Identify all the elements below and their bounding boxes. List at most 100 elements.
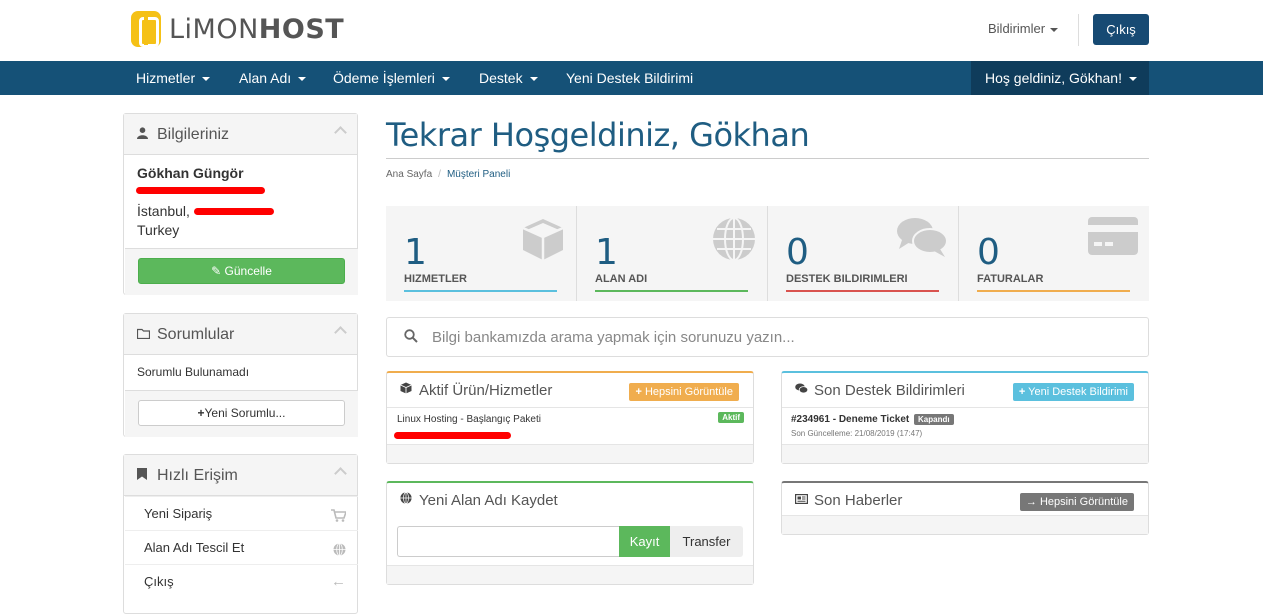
knowledgebase-search[interactable]: Bilgi bankamızda arama yapmak için sorun… [386,317,1149,357]
recent-tickets-header: Son Destek Bildirimleri + Yeni Destek Bi… [782,373,1148,408]
service-status-badge: Aktif [718,412,744,423]
active-services-header: Aktif Ürün/Hizmetler + Hepsini Görüntüle [387,373,753,408]
contacts-panel-header[interactable]: Sorumlular [124,314,357,355]
nav-support[interactable]: Destek [479,61,538,95]
breadcrumb-current: Müşteri Paneli [446,169,511,180]
main-navbar: Hizmetler Alan Adı Ödeme İşlemleri Deste… [0,61,1263,95]
stat-value: 0 [977,232,1000,273]
search-icon [404,329,418,346]
globe-icon [711,216,757,265]
recent-tickets-panel: Son Destek Bildirimleri + Yeni Destek Bi… [781,371,1149,464]
stat-bar [595,290,748,292]
view-all-label: Hepsini Görüntüle [644,386,733,398]
ticket-status-badge: Kapandı [914,414,954,425]
recent-tickets-title: Son Destek Bildirimleri [814,382,965,399]
breadcrumb: Ana Sayfa / Müşteri Paneli [386,169,511,180]
info-panel-header[interactable]: Bilgileriniz [124,114,357,155]
panel-footer [782,515,1148,534]
info-panel-title: Bilgileriniz [157,126,230,143]
ticket-item[interactable]: #234961 - Deneme Ticket Kapandı [791,414,954,425]
service-item[interactable]: Linux Hosting - Başlangıç Paketi [397,414,541,425]
cube-icon [520,216,566,265]
stat-bar [404,290,557,292]
account-menu[interactable]: Hoş geldiniz, Gökhan! [971,61,1149,95]
quick-link-new-order[interactable]: Yeni Sipariş [125,496,358,530]
newspaper-icon [795,483,809,518]
transfer-button[interactable]: Transfer [670,526,743,557]
stats-row: 1 HIZMETLER 1 ALAN ADI 0 DESTEK BILDIRIM… [386,206,1149,301]
pencil-icon: ✎ [211,264,222,278]
news-header: Son Haberler → Hepsini Görüntüle [782,483,1148,518]
page-title: Tekrar Hoşgeldiniz, Gökhan [386,116,810,154]
stat-label: DESTEK BILDIRIMLERI [786,273,908,285]
register-domain-panel: Yeni Alan Adı Kaydet Kayıt Transfer [386,481,754,585]
info-panel: Bilgileriniz Gökhan Güngör İstanbul, Tur… [123,113,358,295]
active-services-title: Aktif Ürün/Hizmetler [419,382,553,399]
update-button[interactable]: ✎ Güncelle [138,258,345,284]
stat-bar [977,290,1130,292]
panel-footer [782,444,1148,463]
logo-text-light: LiMON [169,13,259,45]
quick-link-logout[interactable]: Çıkış ← [125,564,358,598]
redaction-mark [194,208,274,215]
stat-domains[interactable]: 1 ALAN ADI [577,206,767,301]
domain-input[interactable] [397,526,619,557]
stat-label: ALAN ADI [595,273,648,285]
nav-services[interactable]: Hizmetler [136,61,210,95]
globe-icon [400,483,412,518]
view-all-label: Hepsini Görüntüle [1039,496,1128,508]
user-icon [137,114,148,155]
stat-invoices[interactable]: 0 FATURALAR [959,206,1149,301]
register-domain-title: Yeni Alan Adı Kaydet [419,492,558,509]
redaction-mark [394,432,511,439]
logout-button[interactable]: Çıkış [1093,14,1149,45]
news-panel: Son Haberler → Hepsini Görüntüle [781,481,1149,535]
stat-services[interactable]: 1 HIZMETLER [386,206,576,301]
register-button[interactable]: Kayıt [619,526,670,557]
quick-link-label: Yeni Sipariş [144,506,213,521]
no-contacts-text: Sorumlu Bulunamadı [137,365,250,379]
folder-icon [136,314,151,355]
quick-link-register-domain[interactable]: Alan Adı Tescil Et [125,530,358,564]
arrow-left-icon: ← [331,573,346,590]
stat-tickets[interactable]: 0 DESTEK BILDIRIMLERI [768,206,958,301]
notifications-dropdown[interactable]: Bildirimler [988,21,1058,36]
breadcrumb-home[interactable]: Ana Sayfa [386,169,432,180]
nav-new-ticket[interactable]: Yeni Destek Bildirimi [566,61,693,95]
logo[interactable]: LiMONHOST [131,11,344,47]
stat-value: 0 [786,232,809,273]
new-ticket-button[interactable]: + Yeni Destek Bildirimi [1012,383,1134,401]
active-services-panel: Aktif Ürün/Hizmetler + Hepsini Görüntüle… [386,371,754,464]
top-bar: LiMONHOST Bildirimler Çıkış [0,0,1263,61]
contacts-panel: Sorumlular Sorumlu Bulunamadı +Yeni Soru… [123,313,358,437]
stat-label: FATURALAR [977,273,1044,285]
plus-icon: + [197,406,205,420]
chevron-up-icon[interactable] [334,126,347,139]
comments-icon [896,216,948,261]
new-contact-button[interactable]: +Yeni Sorumlu... [138,400,345,426]
nav-domains[interactable]: Alan Adı [239,61,306,95]
ticket-title: #234961 - Deneme Ticket [791,414,910,425]
quick-link-label: Çıkış [144,574,174,589]
comments-icon [795,373,809,408]
chevron-up-icon[interactable] [334,467,347,480]
news-title: Son Haberler [814,492,903,509]
quick-link-label: Alan Adı Tescil Et [144,540,245,555]
register-domain-header: Yeni Alan Adı Kaydet [387,483,753,518]
contacts-panel-footer: +Yeni Sorumlu... [125,390,358,437]
quick-access-header[interactable]: Hızlı Erişim [124,455,357,496]
service-name: Linux Hosting - Başlangıç Paketi [397,414,541,425]
nav-billing[interactable]: Ödeme İşlemleri [333,61,450,95]
view-all-news-button[interactable]: → Hepsini Görüntüle [1019,493,1134,511]
update-button-label: Güncelle [224,264,272,278]
ticket-updated: Son Güncelleme: 21/08/2019 (17:47) [791,429,923,438]
lemon-logo-icon [131,11,161,47]
credit-card-icon [1087,216,1139,259]
divider [1078,14,1079,46]
stat-bar [786,290,939,292]
cart-icon [331,497,348,531]
contacts-panel-title: Sorumlular [157,326,235,343]
view-all-services-button[interactable]: + Hepsini Görüntüle [629,383,739,401]
chevron-up-icon[interactable] [334,326,347,339]
account-name: Gökhan Güngör [137,165,244,181]
